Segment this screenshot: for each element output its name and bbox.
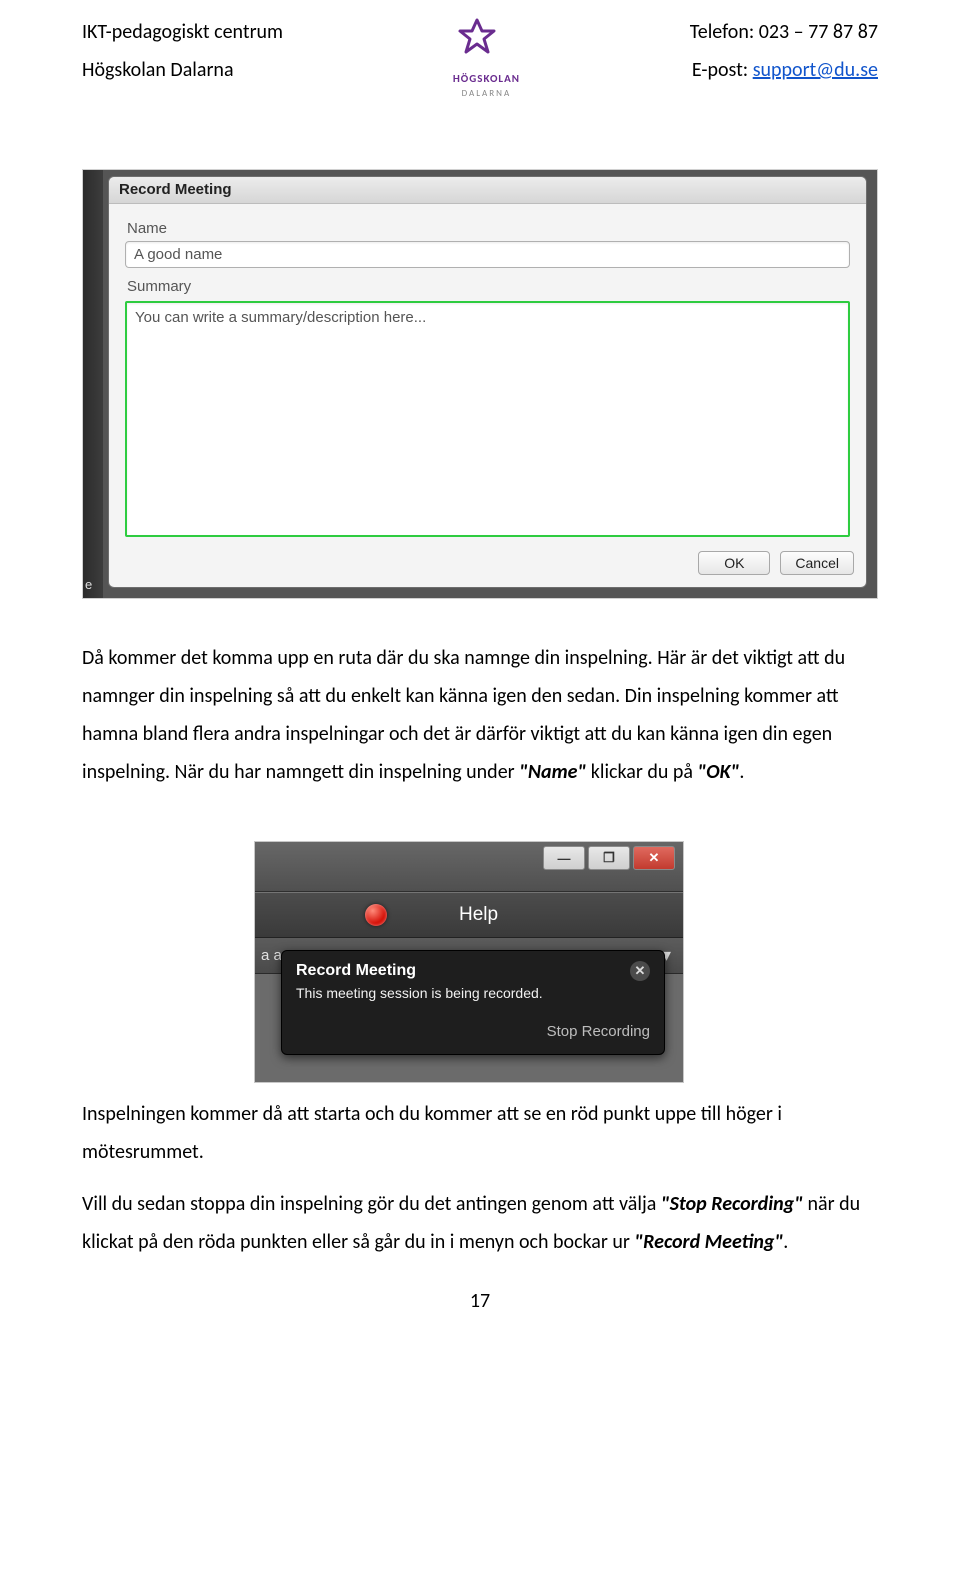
paragraph-2: Inspelningen kommer då att starta och du…: [82, 1095, 878, 1171]
ok-button[interactable]: OK: [698, 551, 770, 575]
help-menu[interactable]: Help: [459, 904, 498, 926]
support-email-link[interactable]: support@du.se: [753, 58, 878, 82]
logo-subtext: DALARNA: [453, 88, 520, 99]
header-email: E-post: support@du.se: [690, 58, 878, 82]
logo-text: HÖGSKOLAN: [453, 72, 520, 85]
stop-recording-link[interactable]: Stop Recording: [296, 1023, 650, 1040]
edge-fragment: e: [85, 577, 92, 592]
toast-close-icon[interactable]: ✕: [630, 961, 650, 981]
summary-textarea[interactable]: You can write a summary/description here…: [127, 303, 848, 535]
recording-toast-screenshot: — ❐ ✕ Help a ar ≡ ▾ Record Meeting ✕ Thi…: [254, 841, 684, 1083]
dialog-title: Record Meeting: [109, 177, 866, 204]
toast-title: Record Meeting: [296, 962, 416, 980]
toast-message: This meeting session is being recorded.: [296, 985, 650, 1001]
name-label: Name: [127, 220, 848, 237]
paragraph-3: Vill du sedan stoppa din inspelning gör …: [82, 1185, 878, 1261]
recording-toast: Record Meeting ✕ This meeting session is…: [281, 950, 665, 1055]
school-logo: HÖGSKOLAN DALARNA: [453, 16, 520, 99]
cancel-button[interactable]: Cancel: [780, 551, 854, 575]
window-close-icon[interactable]: ✕: [633, 846, 675, 870]
term-name: "Name": [519, 760, 586, 784]
record-meeting-dialog-screenshot: e Record Meeting Name Summary You can wr…: [82, 169, 878, 599]
document-header: IKT-pedagogiskt centrum Högskolan Dalarn…: [82, 20, 878, 99]
header-phone: Telefon: 023 – 77 87 87: [690, 20, 878, 44]
window-minimize-icon[interactable]: —: [543, 846, 585, 870]
paragraph-1: Då kommer det komma upp en ruta där du s…: [82, 639, 878, 791]
header-school: Högskolan Dalarna: [82, 58, 283, 82]
header-org: IKT-pedagogiskt centrum: [82, 20, 283, 44]
name-input[interactable]: [125, 241, 850, 268]
recording-indicator-icon[interactable]: [365, 904, 387, 926]
page-number: 17: [82, 1289, 878, 1313]
summary-label: Summary: [127, 278, 848, 295]
record-meeting-dialog: Record Meeting Name Summary You can writ…: [108, 176, 867, 588]
term-record-meeting: "Record Meeting": [634, 1230, 783, 1254]
term-stop-recording: "Stop Recording": [661, 1192, 803, 1216]
window-maximize-icon[interactable]: ❐: [588, 846, 630, 870]
term-ok: "OK": [698, 760, 740, 784]
